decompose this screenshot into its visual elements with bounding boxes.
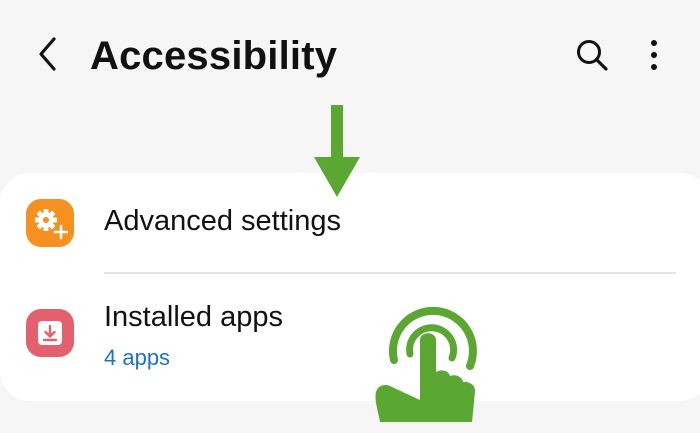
installed-apps-icon-tile: [26, 309, 74, 357]
top-app-bar: Accessibility: [0, 0, 700, 110]
advanced-settings-label: Advanced settings: [104, 205, 341, 237]
down-arrow-annotation-icon: [314, 105, 360, 197]
installed-apps-count: 4 apps: [104, 345, 171, 370]
tap-hand-annotation-icon: [375, 306, 477, 422]
chevron-left-icon: [39, 37, 56, 71]
settings-card: Advanced settings Installed apps 4 apps: [0, 173, 700, 401]
more-vertical-icon: [651, 40, 657, 70]
search-icon: [577, 40, 608, 71]
advanced-settings-icon-tile: [26, 199, 74, 247]
more-options-button[interactable]: [634, 33, 674, 77]
installed-apps-label: Installed apps: [104, 301, 283, 333]
setting-row-installed-apps[interactable]: Installed apps 4 apps: [0, 273, 700, 401]
search-button[interactable]: [570, 33, 614, 77]
back-button[interactable]: [28, 32, 68, 76]
page-title: Accessibility: [90, 34, 338, 78]
gear-plus-icon: [35, 209, 68, 240]
download-icon: [38, 321, 62, 345]
